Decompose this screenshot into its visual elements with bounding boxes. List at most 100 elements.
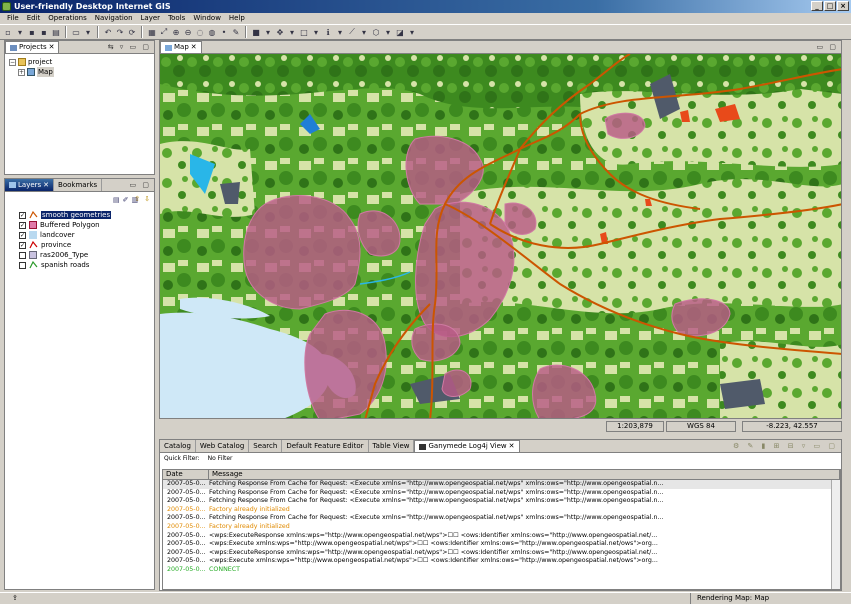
menu-window[interactable]: Window [189, 13, 225, 24]
log-row[interactable]: 2007-05-0... Factory already initialized [163, 506, 840, 515]
zoom-next-icon[interactable]: ◍ [207, 27, 217, 37]
layer-props-icon[interactable]: ▥ [132, 196, 139, 204]
chevron-down-icon[interactable]: ▾ [287, 27, 297, 37]
column-date[interactable]: Date [163, 470, 209, 479]
pan-icon[interactable]: ✥ [275, 27, 285, 37]
layer-item[interactable]: spanish roads [19, 260, 111, 270]
log-row[interactable]: 2007-05-0... Fetching Response From Cache… [163, 489, 840, 498]
close-icon[interactable]: ✕ [49, 42, 55, 53]
tab-table-view[interactable]: Table View [369, 440, 415, 452]
zoom-prev-icon[interactable]: ◌ [195, 27, 205, 37]
quick-filter-value[interactable]: No Filter [208, 455, 233, 462]
layer-checkbox[interactable]: ✓ [19, 211, 26, 219]
close-icon[interactable]: ✕ [191, 42, 197, 53]
chevron-down-icon[interactable]: ▾ [15, 27, 25, 37]
log-row[interactable]: 2007-05-0... <wps:ExecuteResponse xmlns:w… [163, 549, 840, 558]
close-icon[interactable]: ✕ [43, 180, 49, 191]
undo-icon[interactable]: ↶ [103, 27, 113, 37]
menu-layer[interactable]: Layer [137, 13, 165, 24]
log-toolbar[interactable]: ⚙ ✎ ▮ ⊞ ⊟ ▿ ▭ ▢ [733, 442, 838, 450]
log-row[interactable]: 2007-05-0... <wps:ExecuteResponse xmlns:w… [163, 532, 840, 541]
feature-icon[interactable]: ⬡ [371, 27, 381, 37]
refresh-icon[interactable]: ⟳ [127, 27, 137, 37]
tab-projects[interactable]: Projects ✕ [5, 41, 60, 53]
map-scale[interactable]: 1:203,879 [606, 421, 664, 432]
close-button[interactable]: × [837, 1, 849, 11]
edit-icon[interactable]: ✎ [231, 27, 241, 37]
layer-item[interactable]: ✓ landcover [19, 230, 111, 240]
map-canvas[interactable] [159, 53, 842, 419]
redo-icon[interactable]: ↷ [115, 27, 125, 37]
layer-checkbox[interactable]: ✓ [19, 231, 26, 239]
vertical-scrollbar[interactable] [831, 480, 840, 589]
chevron-down-icon[interactable]: ▾ [83, 27, 93, 37]
open-folder-icon[interactable]: ▭ [71, 27, 81, 37]
chevron-down-icon[interactable]: ▾ [311, 27, 321, 37]
geometry-icon[interactable]: ◪ [395, 27, 405, 37]
menu-navigation[interactable]: Navigation [91, 13, 137, 24]
collapse-icon[interactable]: − [9, 58, 16, 66]
log-row[interactable]: 2007-05-0... Fetching Response From Cache… [163, 514, 840, 523]
layer-checkbox[interactable]: ✓ [19, 221, 26, 229]
expand-icon[interactable]: + [18, 68, 25, 76]
zoom-in-icon[interactable]: ⊕ [171, 27, 181, 37]
chevron-down-icon[interactable]: ▾ [335, 27, 345, 37]
chevron-down-icon[interactable]: ▾ [383, 27, 393, 37]
tab-layers[interactable]: Layers ✕ [5, 179, 55, 191]
point-icon[interactable]: • [219, 27, 229, 37]
log-row[interactable]: 2007-05-0... Fetching Response From Cache… [163, 497, 840, 506]
status-icon[interactable]: ⇪ [12, 593, 18, 604]
tab-feature-editor[interactable]: Default Feature Editor [282, 440, 369, 452]
panel-controls[interactable]: ⇆ ▿ ▭ ▢ [108, 43, 151, 51]
tab-bookmarks[interactable]: Bookmarks [54, 179, 103, 191]
layer-checkbox[interactable] [19, 251, 26, 259]
layer-item[interactable]: ✓ Buffered Polygon [19, 220, 111, 230]
log-row[interactable]: 2007-05-0... Factory already initialized [163, 523, 840, 532]
save-icon[interactable]: ▪ [27, 27, 37, 37]
layer-item[interactable]: ras2006_Type [19, 250, 111, 260]
select-box-icon[interactable]: ■ [251, 27, 261, 37]
tree-item-map[interactable]: + Map [9, 67, 54, 77]
chevron-down-icon[interactable]: ▾ [263, 27, 273, 37]
print-icon[interactable]: ▤ [51, 27, 61, 37]
log-row[interactable]: 2007-05-0... Fetching Response From Cache… [163, 480, 840, 489]
close-icon[interactable]: ✕ [509, 441, 515, 452]
maximize-button[interactable]: □ [824, 1, 836, 11]
save-all-icon[interactable]: ▪ [39, 27, 49, 37]
layer-checkbox[interactable]: ✓ [19, 241, 26, 249]
log-row[interactable]: 2007-05-0... CONNECT [163, 566, 840, 575]
vertex-icon[interactable]: ⟋ [347, 27, 357, 37]
log-row[interactable]: 2007-05-0... <wps:Execute xmlns:wps="http… [163, 540, 840, 549]
tab-web-catalog[interactable]: Web Catalog [196, 440, 250, 452]
tab-log4j-view[interactable]: Ganymede Log4j View ✕ [414, 440, 520, 452]
layer-add-icon[interactable]: ▤ [113, 196, 120, 204]
chevron-down-icon[interactable]: ▾ [407, 27, 417, 37]
map-crs[interactable]: WGS 84 [666, 421, 736, 432]
map-view[interactable] [160, 54, 842, 419]
column-message[interactable]: Message [209, 470, 840, 479]
chevron-down-icon[interactable]: ▾ [359, 27, 369, 37]
menu-file[interactable]: File [3, 13, 23, 24]
minimize-button[interactable]: _ [811, 1, 823, 11]
select-icon[interactable]: □ [299, 27, 309, 37]
log-row[interactable]: 2007-05-0... <wps:Execute xmlns:wps="http… [163, 557, 840, 566]
layer-style-icon[interactable]: ✐ [123, 196, 129, 204]
tree-item-project[interactable]: − project [9, 57, 54, 67]
new-icon[interactable]: ▫ [3, 27, 13, 37]
tab-search[interactable]: Search [249, 440, 283, 452]
menu-operations[interactable]: Operations [44, 13, 90, 24]
arrow-down-icon[interactable]: ⇩ [144, 195, 150, 203]
tab-catalog[interactable]: Catalog [160, 440, 196, 452]
tab-map[interactable]: Map ✕ [160, 41, 202, 53]
menu-help[interactable]: Help [225, 13, 249, 24]
zoom-out-icon[interactable]: ⊖ [183, 27, 193, 37]
panel-controls[interactable]: ▭ ▢ [130, 181, 151, 189]
menu-edit[interactable]: Edit [23, 13, 45, 24]
grid-icon[interactable]: ▦ [147, 27, 157, 37]
zoom-extent-icon[interactable]: ⤢ [159, 27, 169, 37]
layer-item[interactable]: ✓ smooth geometries [19, 210, 112, 220]
info-icon[interactable]: ℹ [323, 27, 333, 37]
panel-controls[interactable]: ▭ ▢ [817, 43, 838, 51]
layer-checkbox[interactable] [19, 261, 26, 269]
layer-item[interactable]: ✓ province [19, 240, 111, 250]
